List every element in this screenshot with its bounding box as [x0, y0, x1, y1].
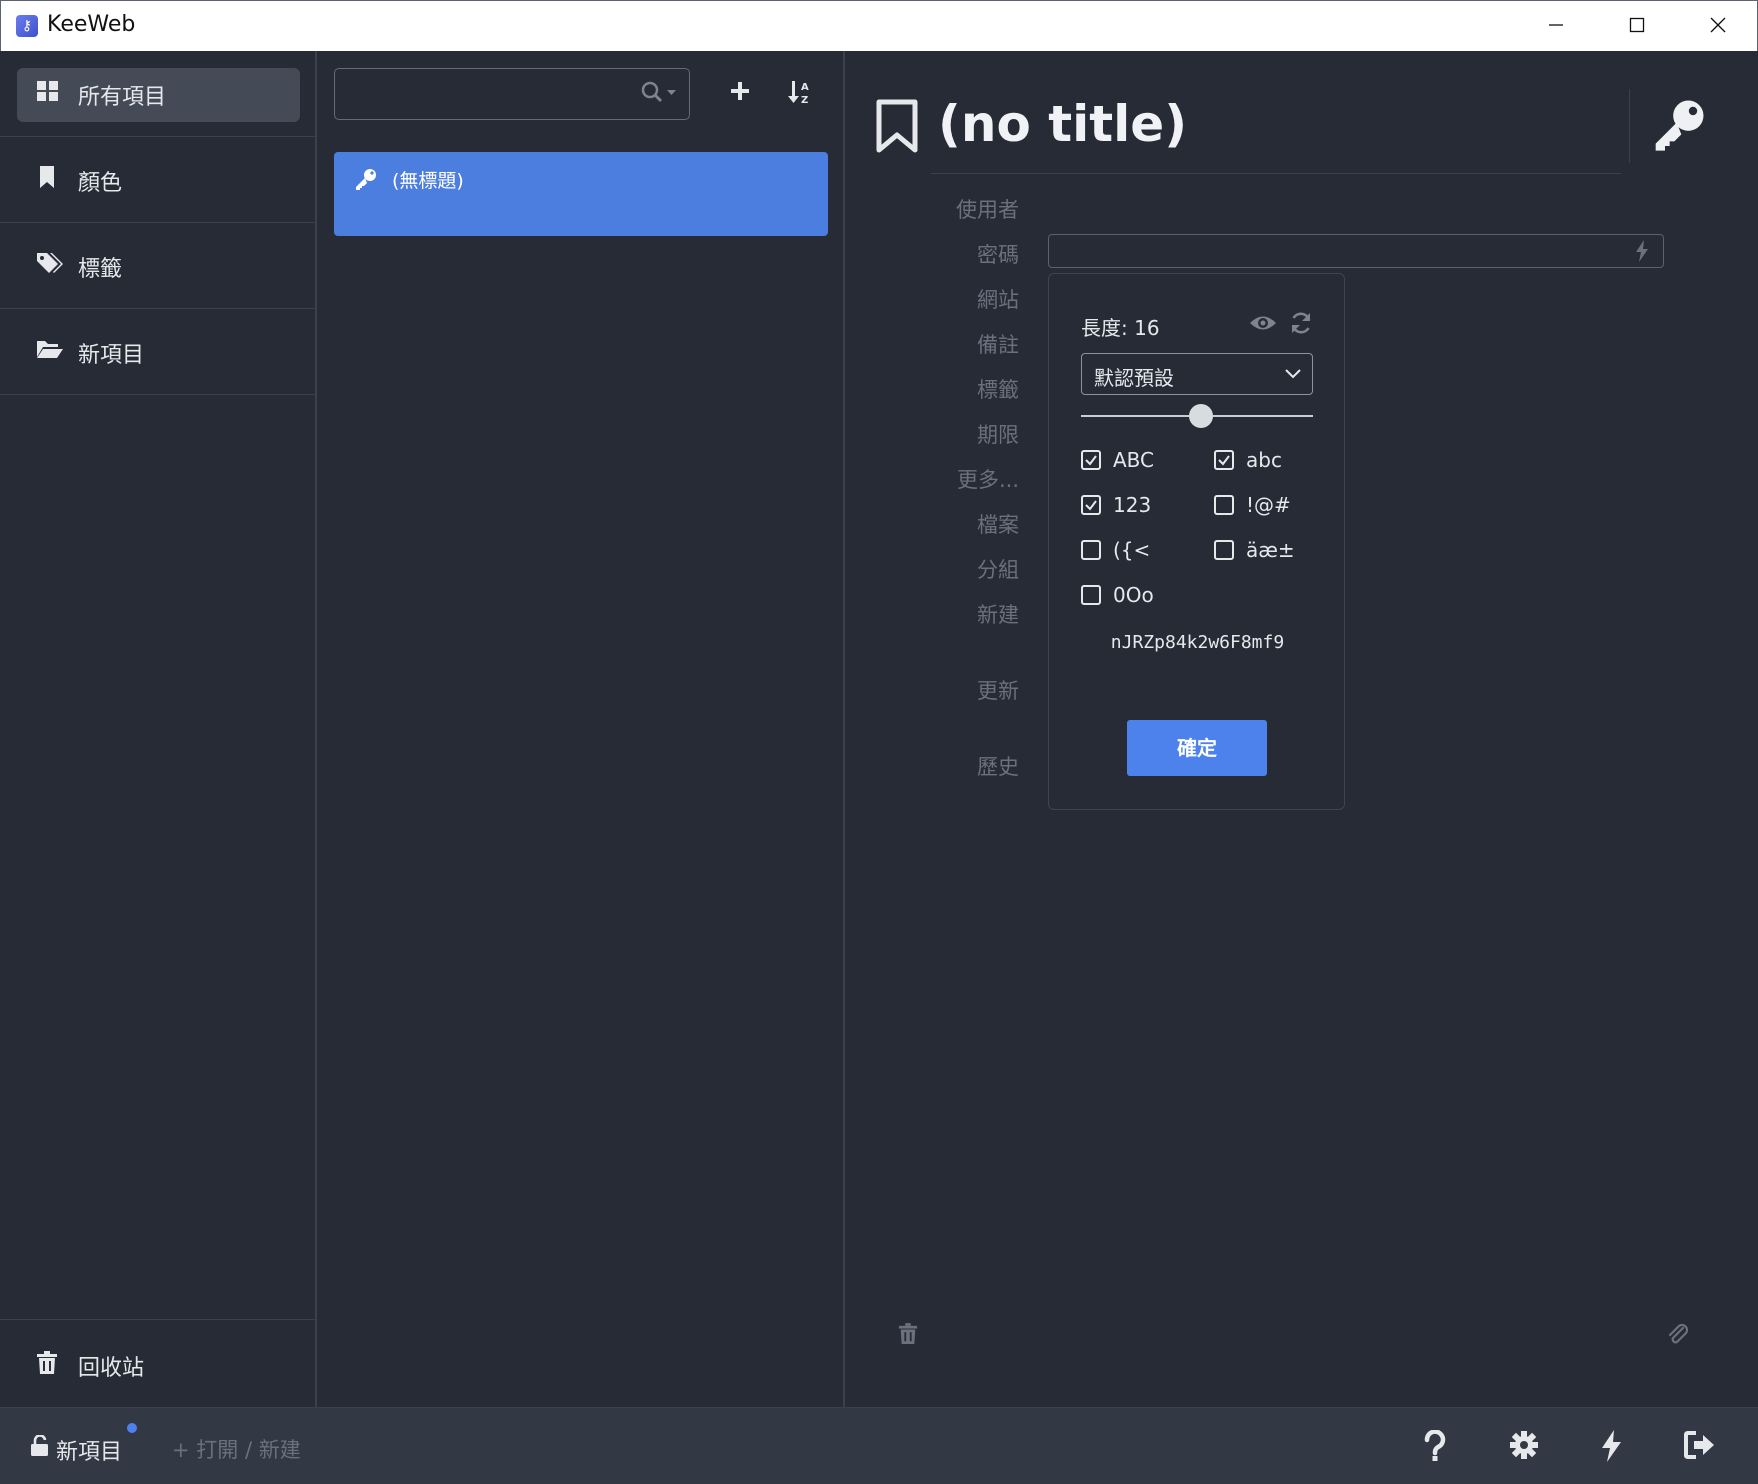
sort-button[interactable]: AZ	[783, 79, 817, 113]
field-label-password[interactable]: 密碼	[839, 239, 1019, 269]
eye-icon[interactable]	[1249, 312, 1277, 338]
sidebar-item-label: 回收站	[78, 1356, 145, 1381]
help-icon[interactable]	[1422, 1429, 1448, 1466]
open-file-label[interactable]: 新項目	[56, 1434, 122, 1466]
unsaved-indicator	[127, 1423, 137, 1433]
option-label: 123	[1113, 493, 1152, 517]
title-divider	[931, 173, 1621, 174]
checkbox-unchecked-icon	[1214, 495, 1234, 515]
sidebar-item-all-items[interactable]: 所有項目	[0, 51, 315, 137]
key-icon	[354, 167, 378, 195]
bolt-icon[interactable]	[1600, 1430, 1622, 1466]
option-label: äæ±	[1246, 538, 1295, 562]
plus-icon	[731, 82, 749, 100]
maximize-icon	[1629, 17, 1645, 33]
grid-icon	[36, 79, 62, 105]
option-label: !@#	[1246, 493, 1291, 517]
option-label: ({<	[1113, 538, 1151, 562]
sidebar-item-label: 所有項目	[78, 85, 167, 110]
sidebar-item-label: 新項目	[78, 343, 145, 368]
search-input[interactable]	[343, 77, 607, 113]
option-label: abc	[1246, 448, 1282, 472]
sidebar-item-label: 標籤	[78, 257, 123, 282]
length-slider-thumb[interactable]	[1189, 404, 1213, 428]
field-label-more[interactable]: 更多...	[839, 464, 1019, 494]
checkbox-checked-icon	[1081, 450, 1101, 470]
field-label-history: 歷史	[977, 755, 1019, 779]
sidebar-item-trash[interactable]: 回收站	[0, 1319, 315, 1406]
checkbox-checked-icon	[1214, 450, 1234, 470]
paperclip-icon[interactable]	[1667, 1323, 1689, 1351]
bookmark-icon[interactable]	[875, 99, 919, 157]
sidebar-item-new-items[interactable]: 新項目	[0, 309, 315, 395]
checkbox-unchecked-icon	[1081, 540, 1101, 560]
sidebar-item-colors[interactable]: 顏色	[0, 137, 315, 223]
folder-open-icon	[36, 337, 63, 363]
preset-select[interactable]: 默認預設	[1081, 353, 1313, 395]
title-bar: ⚷ KeeWeb	[0, 0, 1758, 51]
checkbox-unchecked-icon	[1081, 585, 1101, 605]
field-label-group: 分組	[977, 558, 1019, 582]
trash-icon	[36, 1351, 58, 1379]
keeweb-logo-icon: ⚷	[16, 15, 38, 37]
svg-text:Z: Z	[801, 95, 808, 105]
entry-title[interactable]: (no title)	[938, 95, 1187, 153]
search-icon[interactable]	[641, 81, 677, 109]
field-label-user[interactable]: 使用者	[839, 194, 1019, 224]
field-label-website[interactable]: 網站	[839, 284, 1019, 314]
field-label-updated: 更新	[977, 679, 1019, 703]
search-box[interactable]	[334, 68, 690, 120]
minimize-button[interactable]	[1516, 1, 1596, 52]
list-item[interactable]: (無標題)	[334, 152, 828, 236]
bolt-icon[interactable]	[1635, 240, 1649, 266]
ok-button[interactable]: 確定	[1127, 720, 1267, 776]
checkbox-unchecked-icon	[1214, 540, 1234, 560]
password-generator-popup: 長度: 16 默認預設 ABC abc 123 !@# ({< äæ± 0Oo	[1048, 273, 1345, 810]
icon-divider	[1629, 89, 1630, 163]
field-label-notes[interactable]: 備註	[839, 329, 1019, 359]
close-button[interactable]	[1678, 1, 1758, 52]
checkbox-checked-icon	[1081, 495, 1101, 515]
sign-out-icon[interactable]	[1684, 1430, 1716, 1464]
option-label: 0Oo	[1113, 583, 1154, 607]
field-label-created: 新建	[977, 603, 1019, 627]
sidebar-item-tags[interactable]: 標籤	[0, 223, 315, 309]
length-label: 長度: 16	[1081, 316, 1160, 340]
field-label-tags[interactable]: 標籤	[839, 374, 1019, 404]
close-icon	[1710, 17, 1726, 33]
option-label: ABC	[1113, 448, 1155, 472]
chevron-down-icon	[1284, 364, 1302, 386]
maximize-button[interactable]	[1597, 1, 1677, 52]
generated-password: nJRZp84k2w6F8mf9	[1110, 632, 1285, 653]
minimize-icon	[1549, 24, 1563, 26]
field-label-expires[interactable]: 期限	[839, 419, 1019, 449]
add-entry-button[interactable]	[723, 79, 757, 113]
trash-icon[interactable]	[898, 1323, 918, 1349]
gear-icon[interactable]	[1509, 1430, 1539, 1464]
refresh-icon[interactable]	[1289, 311, 1313, 339]
password-field[interactable]	[1048, 234, 1664, 268]
sidebar: 所有項目 顏色 標籤 新項目 回收站	[0, 51, 317, 1407]
sort-alpha-icon: AZ	[788, 81, 809, 106]
window-title: KeeWeb	[47, 12, 136, 37]
field-label-file: 檔案	[977, 513, 1019, 537]
open-new-button[interactable]: + 打開 / 新建	[172, 1434, 301, 1464]
preset-value: 默認預設	[1094, 366, 1174, 390]
sidebar-item-label: 顏色	[78, 171, 123, 196]
svg-text:A: A	[801, 82, 809, 93]
bookmark-icon	[36, 165, 62, 191]
entry-list-pane: AZ (無標題)	[317, 51, 845, 1407]
unlock-icon[interactable]	[30, 1434, 50, 1461]
tags-icon	[36, 251, 63, 277]
footer: 新項目 + 打開 / 新建	[0, 1407, 1758, 1484]
entry-title: (無標題)	[392, 170, 464, 192]
key-icon[interactable]	[1651, 97, 1707, 157]
